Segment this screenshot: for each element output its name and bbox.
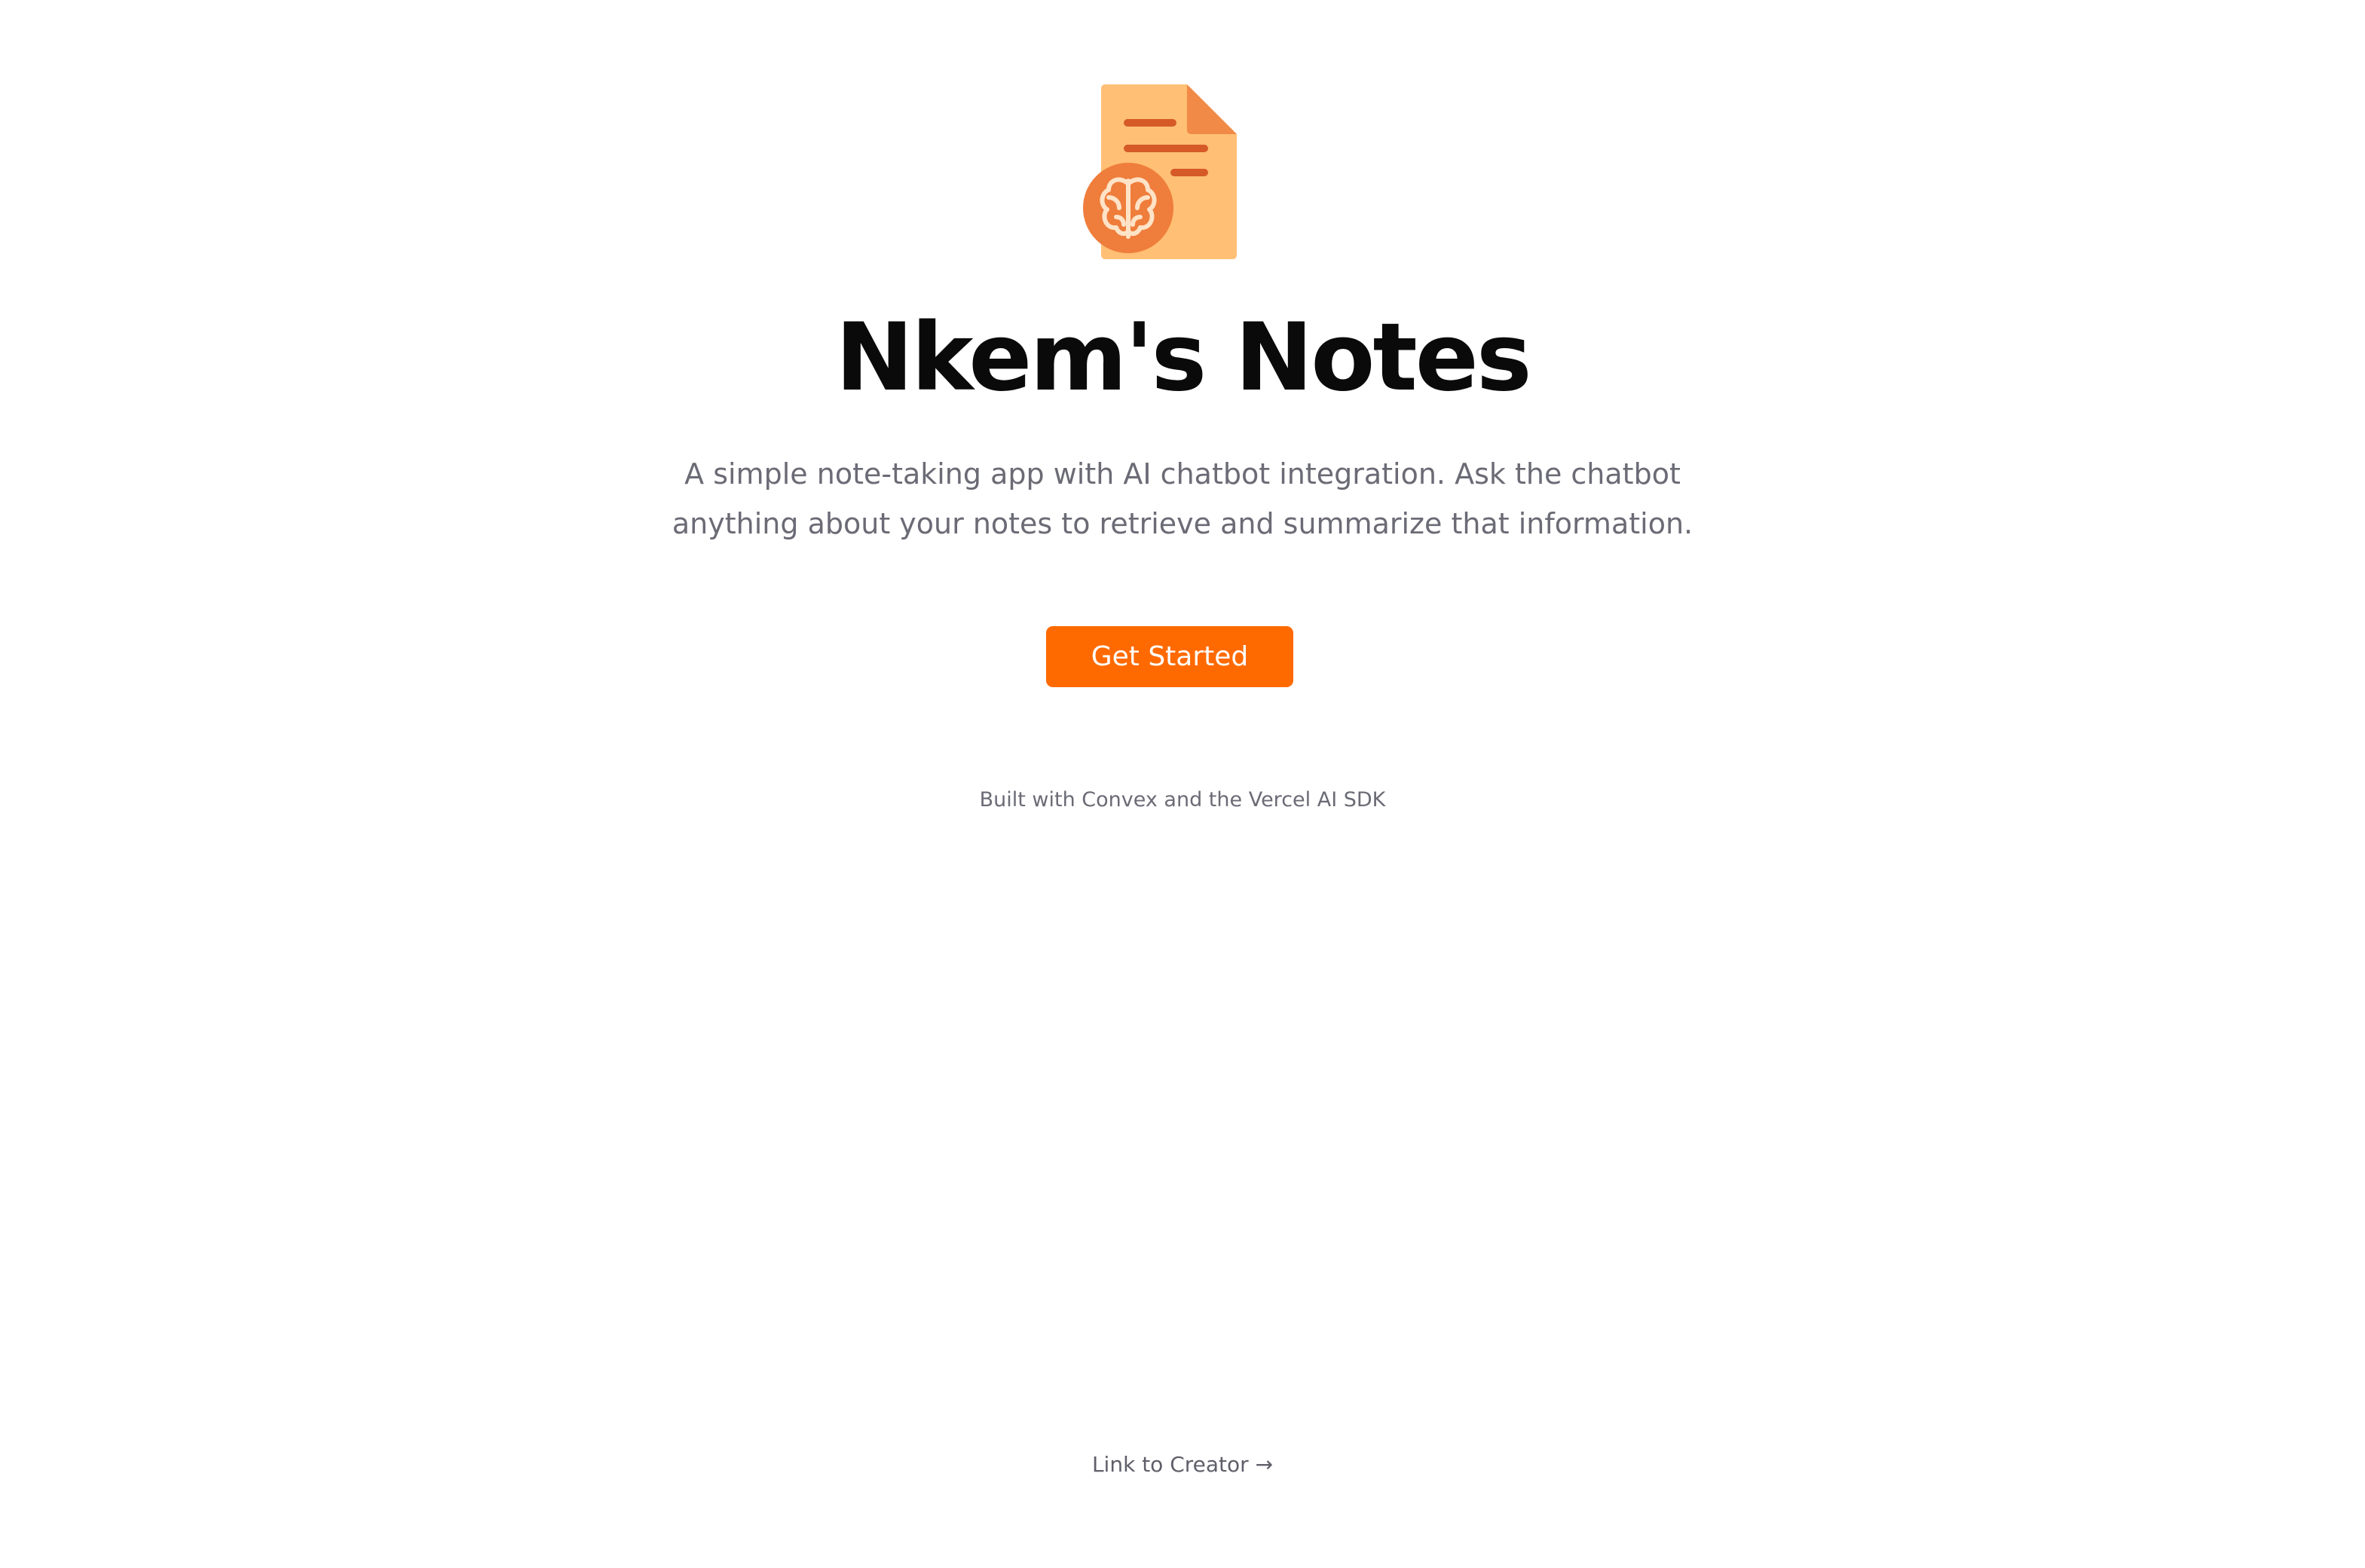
built-with-text: Built with Convex and the Vercel AI SDK: [979, 788, 1386, 812]
arrow-right-icon: →: [1255, 1452, 1274, 1477]
app-description: A simple note-taking app with AI chatbot…: [672, 457, 1693, 540]
landing-page: Nkem's Notes A simple note-taking app wi…: [0, 0, 2365, 1568]
link-to-creator[interactable]: Link to Creator →: [0, 1450, 2365, 1480]
creator-link-label: Link to Creator: [1091, 1452, 1249, 1477]
page-title: Nkem's Notes: [835, 304, 1531, 412]
get-started-button[interactable]: Get Started: [1046, 626, 1293, 687]
note-brain-logo-icon: [1082, 84, 1247, 262]
